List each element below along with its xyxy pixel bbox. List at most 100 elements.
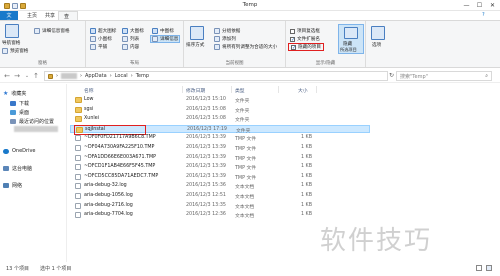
group-options: 选项 — [366, 21, 390, 67]
nav-downloads[interactable]: 下载 — [10, 100, 29, 107]
search-icon[interactable]: ⌕ — [485, 73, 488, 79]
breadcrumb-local[interactable]: Local — [115, 73, 128, 79]
title-bar: Temp — ☐ ✕ — [0, 0, 500, 11]
tab-home[interactable]: 主页 — [22, 11, 42, 20]
column-header-date[interactable]: 修改日期 — [186, 87, 205, 94]
group-by-button[interactable]: 分组依据 — [214, 28, 240, 34]
item-checkboxes-toggle[interactable]: 项目复选框 — [290, 28, 320, 34]
navigation-pane-button[interactable]: 导航窗格 — [2, 40, 20, 46]
add-columns-button[interactable]: 添加列 — [214, 36, 236, 42]
pane-divider[interactable] — [66, 84, 67, 262]
file-row[interactable]: aria-debug-2716.log 2016/12/3 13:35 文本文档 1 … — [70, 202, 370, 210]
file-type: 文本文档 — [235, 185, 255, 191]
search-input[interactable]: 搜索"Temp" ⌕ — [396, 71, 492, 81]
layout-tiles[interactable]: 平铺 — [90, 44, 107, 50]
file-row[interactable]: ~DFCD1F1AB4E66F5F45.TMP 2016/12/3 13:39 TM… — [70, 163, 370, 171]
desktop-icon — [10, 110, 16, 115]
tab-share[interactable]: 共享 — [40, 11, 60, 20]
tab-view[interactable]: 查看 — [58, 11, 78, 27]
file-row[interactable]: ~DF04A730A9FA225F10.TMP 2016/12/3 13:39 TM… — [70, 144, 370, 152]
column-separator[interactable] — [182, 86, 183, 93]
column-header-size[interactable]: 大小 — [298, 87, 308, 94]
up-arrow-icon[interactable]: ↑ — [32, 72, 40, 80]
add-columns-icon — [214, 36, 220, 42]
file-row[interactable]: aria-debug-32.log 2016/12/3 15:36 文本文档 1 KB — [70, 182, 370, 190]
recent-locations-icon[interactable]: ⌄ — [23, 72, 31, 80]
size-all-columns-button[interactable]: 将所有列调整为合适的大小 — [214, 44, 277, 50]
back-arrow-icon[interactable]: ← — [3, 72, 11, 80]
breadcrumb-temp[interactable]: Temp — [136, 73, 149, 79]
breadcrumb-appdata[interactable]: AppData — [85, 73, 107, 79]
refresh-icon[interactable]: ↻ — [389, 72, 394, 79]
maximize-button[interactable]: ☐ — [473, 0, 486, 11]
address-bar[interactable]: › › AppData › Local › Temp — [44, 71, 388, 81]
large-icons-view-icon[interactable] — [486, 265, 492, 271]
hidden-items-checkbox[interactable]: ✓ — [291, 44, 296, 50]
sort-by-button[interactable]: 排序方式 — [186, 42, 204, 48]
column-header-name[interactable]: 名称 — [84, 87, 94, 94]
nav-desktop[interactable]: 桌面 — [10, 109, 29, 116]
nav-recent[interactable]: 最近访问的位置 — [10, 118, 54, 125]
sort-by-icon[interactable] — [190, 26, 204, 40]
help-icon[interactable]: ? — [482, 12, 485, 18]
file-row[interactable]: aria-debug-7704.log 2016/12/3 12:36 文本文档 1 … — [70, 211, 370, 219]
file-icon — [75, 164, 81, 171]
folder-row[interactable]: sqjInstal 2016/12/3 17:19 文件夹 — [70, 124, 370, 135]
file-size: 1 KB — [300, 154, 312, 160]
tab-file[interactable]: 文件 — [0, 11, 18, 26]
close-button[interactable]: ✕ — [486, 0, 499, 11]
file-type: TMP 文件 — [235, 175, 257, 181]
file-row[interactable]: aria-debug-1056.log 2016/12/3 12:51 文本文档 1 … — [70, 192, 370, 200]
item-count: 13 个项目 — [6, 266, 29, 272]
file-row[interactable]: ~DFA1DD66E6E003A671.TMP 2016/12/3 13:39 TM… — [70, 154, 370, 162]
nav-quick-access[interactable]: ★ 收藏夹 — [3, 90, 26, 97]
folder-row[interactable]: Low 2016/12/3 15:10 文件夹 — [70, 96, 370, 104]
details-view-icon[interactable] — [476, 265, 482, 271]
column-header-type[interactable]: 类型 — [235, 87, 245, 94]
hide-selected-items-button[interactable]: 隐藏 所选项目 — [338, 24, 364, 54]
nav-this-pc[interactable]: 这台电脑 — [3, 165, 32, 172]
file-type: TMP 文件 — [235, 166, 257, 172]
layout-medium-icons[interactable]: 中图标 — [152, 28, 174, 34]
preview-pane-button[interactable]: 预览窗格 — [2, 48, 28, 54]
column-separator[interactable] — [278, 86, 279, 93]
navigation-pane: ★ 收藏夹 下载 桌面 最近访问的位置 OneDrive 这台电脑 网络 — [0, 84, 66, 262]
file-extensions-checkbox[interactable]: ✓ — [290, 36, 295, 42]
file-date: 2016/12/3 17:19 — [187, 126, 227, 132]
layout-extra-large-icons[interactable]: 超大图标 — [90, 28, 116, 34]
download-icon — [10, 101, 16, 106]
file-name: ~DFCD5CC85DA71AEDC7.TMP — [84, 173, 159, 179]
navigation-pane-icon[interactable] — [5, 24, 19, 38]
nav-network[interactable]: 网络 — [3, 182, 22, 189]
group-by-icon — [214, 28, 220, 34]
column-separator[interactable] — [231, 86, 232, 93]
blurred-nav-item — [14, 126, 58, 132]
folder-row[interactable]: sgsi 2016/12/3 15:08 文件夹 — [70, 106, 370, 114]
file-date: 2016/12/3 13:39 — [186, 145, 226, 150]
layout-large-icons[interactable]: 大图标 — [122, 28, 144, 34]
layout-small-icons[interactable]: 小图标 — [90, 36, 112, 42]
layout-list[interactable]: 列表 — [122, 36, 139, 42]
file-name: ~DF04A730A9FA225F10.TMP — [84, 145, 155, 150]
navigation-bar: ← → ⌄ ↑ › › AppData › Local › Temp ↻ 搜索"… — [0, 69, 500, 83]
folder-row[interactable]: Xunlei 2016/12/3 15:08 文件夹 — [70, 115, 370, 123]
file-type: TMP 文件 — [235, 147, 257, 152]
layout-details[interactable]: 详细信息 — [150, 35, 181, 43]
details-pane-button[interactable]: 详细信息窗格 — [34, 28, 70, 34]
nav-onedrive[interactable]: OneDrive — [3, 148, 36, 154]
file-name: Xunlei — [84, 116, 99, 122]
hidden-items-toggle[interactable]: ✓ 隐藏的项目 — [288, 43, 324, 51]
file-extensions-toggle[interactable]: ✓ 文件扩展名 — [290, 36, 320, 42]
list-icon — [122, 36, 128, 42]
file-row[interactable]: ~DF0F0FD21717A9B6C8.TMP 2016/12/3 13:39 TM… — [70, 134, 370, 142]
column-separator[interactable] — [316, 86, 317, 93]
file-size: 1 KB — [300, 164, 312, 170]
options-button[interactable]: 选项 — [372, 42, 381, 48]
layout-content[interactable]: 内容 — [122, 44, 139, 50]
item-checkboxes-checkbox[interactable] — [290, 28, 295, 34]
file-icon — [75, 145, 81, 151]
options-icon[interactable] — [371, 26, 385, 40]
file-row[interactable]: ~DFCD5CC85DA71AEDC7.TMP 2016/12/3 13:39 TM… — [70, 173, 370, 181]
minimize-button[interactable]: — — [460, 0, 473, 11]
forward-arrow-icon[interactable]: → — [13, 72, 21, 80]
